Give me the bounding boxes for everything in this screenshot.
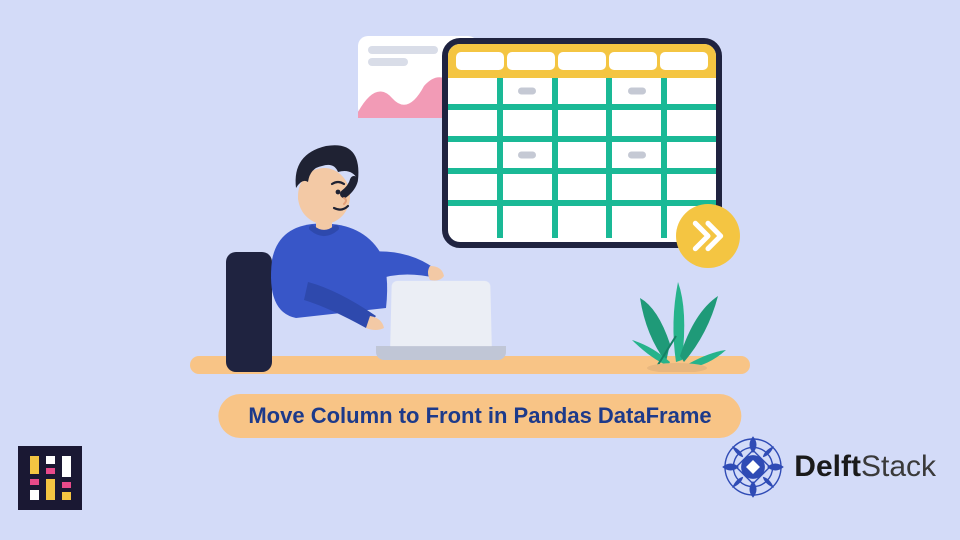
sheet-grid	[448, 78, 716, 242]
brand-name: DelftStack	[794, 450, 936, 484]
spreadsheet-panel	[442, 38, 722, 248]
hero-illustration	[180, 24, 780, 404]
bars-logo-icon	[18, 446, 82, 510]
brand-logo: DelftStack	[718, 432, 936, 502]
ornate-medallion-icon	[718, 432, 788, 502]
double-chevron-right-icon	[676, 204, 740, 268]
brand-name-light: Stack	[861, 450, 936, 483]
person-illustration	[226, 132, 446, 372]
brand-name-strong: Delft	[794, 450, 861, 483]
plant-illustration	[622, 272, 732, 372]
sheet-header	[448, 44, 716, 78]
